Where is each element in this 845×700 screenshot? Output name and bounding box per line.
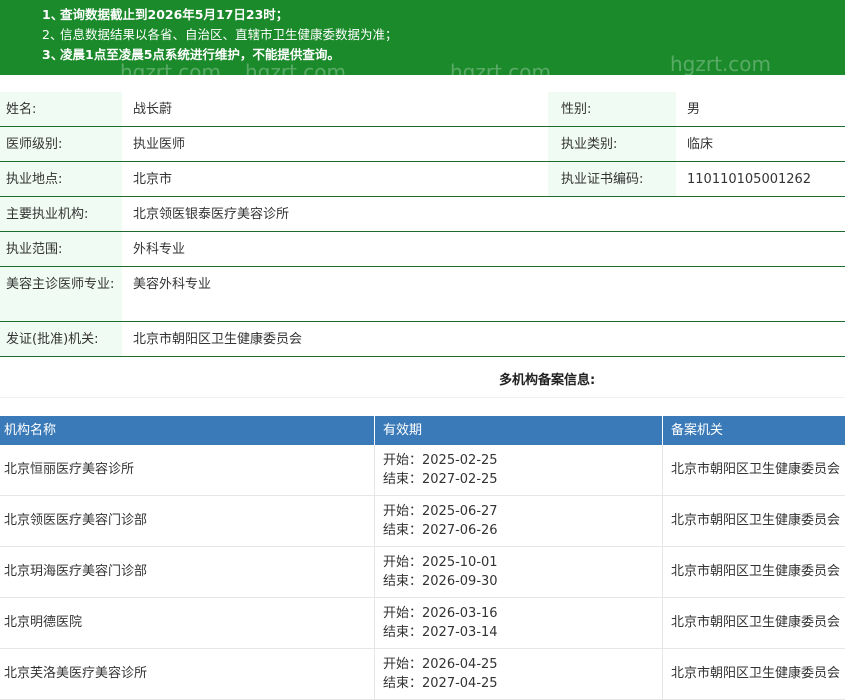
name-value: 战长蔚 xyxy=(133,102,173,117)
authority-value: 北京市朝阳区卫生健康委员会 xyxy=(133,332,303,347)
table-header: 机构名称 有效期 备案机关 xyxy=(0,416,845,445)
gender-value: 男 xyxy=(687,102,701,117)
notice-banner: 1、查询数据截止到2026年5月17日23时； 2、信息数据结果以各省、自治区、… xyxy=(0,0,845,75)
header-institution-name: 机构名称 xyxy=(0,416,375,445)
cert-label: 执业证书编码: xyxy=(548,162,676,196)
table-row: 北京恒丽医疗美容诊所 开始：2025-02-25 结束：2027-02-25 北… xyxy=(0,445,845,496)
cert-value: 110110105001262 xyxy=(687,172,812,187)
validity-start: 开始：2025-10-01 xyxy=(383,555,498,570)
validity-start: 开始：2026-03-16 xyxy=(383,606,498,621)
name-label: 姓名: xyxy=(0,92,122,126)
validity-end: 结束：2027-06-26 xyxy=(383,523,498,538)
record-authority: 北京市朝阳区卫生健康委员会 xyxy=(671,615,841,630)
validity-end: 结束：2027-02-25 xyxy=(383,472,498,487)
table-row: 北京玥海医疗美容门诊部 开始：2025-10-01 结束：2026-09-30 … xyxy=(0,547,845,598)
institution-value: 北京领医银泰医疗美容诊所 xyxy=(133,207,290,222)
location-label: 执业地点: xyxy=(0,162,122,196)
validity-start: 开始：2025-06-27 xyxy=(383,504,498,519)
info-row-scope: 执业范围: 外科专业 xyxy=(0,232,845,267)
category-value: 临床 xyxy=(687,137,714,152)
validity: 开始：2026-04-25 结束：2027-04-25 xyxy=(375,649,663,699)
table-row: 北京明德医院 开始：2026-03-16 结束：2027-03-14 北京市朝阳… xyxy=(0,598,845,649)
institution-name: 北京恒丽医疗美容诊所 xyxy=(0,445,375,495)
notice-line-2: 2、信息数据结果以各省、自治区、直辖市卫生健康委数据为准； xyxy=(42,27,398,42)
validity-end: 结束：2027-04-25 xyxy=(383,676,498,691)
institution-name: 北京玥海医疗美容门诊部 xyxy=(0,547,375,597)
info-row-location: 执业地点: 北京市 执业证书编码: 110110105001262 xyxy=(0,162,845,197)
record-authority: 北京市朝阳区卫生健康委员会 xyxy=(671,666,841,681)
validity: 开始：2025-06-27 结束：2027-06-26 xyxy=(375,496,663,546)
validity: 开始：2025-10-01 结束：2026-09-30 xyxy=(375,547,663,597)
table-row: 北京领医医疗美容门诊部 开始：2025-06-27 结束：2027-06-26 … xyxy=(0,496,845,547)
multi-institution-title-row: 多机构备案信息: xyxy=(0,359,845,398)
level-label: 医师级别: xyxy=(0,127,122,161)
info-row-cosmetic: 美容主诊医师专业: 美容外科专业 xyxy=(0,267,845,322)
multi-institution-title: 多机构备案信息: xyxy=(499,373,596,388)
info-row-authority: 发证(批准)机关: 北京市朝阳区卫生健康委员会 xyxy=(0,322,845,357)
info-row-institution: 主要执业机构: 北京领医银泰医疗美容诊所 xyxy=(0,197,845,232)
notice-line-1: 1、查询数据截止到2026年5月17日23时； xyxy=(42,7,289,22)
cosmetic-label: 美容主诊医师专业: xyxy=(0,267,122,321)
authority-label: 发证(批准)机关: xyxy=(0,322,122,356)
record-authority: 北京市朝阳区卫生健康委员会 xyxy=(671,513,841,528)
header-authority: 备案机关 xyxy=(671,423,724,438)
cosmetic-value: 美容外科专业 xyxy=(133,277,212,292)
multi-institution-table: 机构名称 有效期 备案机关 北京恒丽医疗美容诊所 开始：2025-02-25 结… xyxy=(0,416,845,700)
location-value: 北京市 xyxy=(133,172,173,187)
validity-end: 结束：2026-09-30 xyxy=(383,574,498,589)
info-row-level: 医师级别: 执业医师 执业类别: 临床 xyxy=(0,127,845,162)
validity: 开始：2026-03-16 结束：2027-03-14 xyxy=(375,598,663,648)
category-label: 执业类别: xyxy=(548,127,676,161)
info-row-name: 姓名: 战长蔚 性别: 男 xyxy=(0,92,845,127)
institution-name: 北京明德医院 xyxy=(0,598,375,648)
validity-start: 开始：2026-04-25 xyxy=(383,657,498,672)
table-row: 北京芙洛美医疗美容诊所 开始：2026-04-25 结束：2027-04-25 … xyxy=(0,649,845,700)
level-value: 执业医师 xyxy=(133,137,186,152)
scope-value: 外科专业 xyxy=(133,242,186,257)
notice-line-3: 3、凌晨1点至凌晨5点系统进行维护，不能提供查询。 xyxy=(42,47,340,62)
doctor-info-table: 姓名: 战长蔚 性别: 男 医师级别: 执业医师 执业类别: 临床 执业地点: … xyxy=(0,92,845,357)
record-authority: 北京市朝阳区卫生健康委员会 xyxy=(671,564,841,579)
validity-end: 结束：2027-03-14 xyxy=(383,625,498,640)
institution-label: 主要执业机构: xyxy=(0,197,122,231)
header-validity: 有效期 xyxy=(375,416,663,445)
institution-name: 北京芙洛美医疗美容诊所 xyxy=(0,649,375,699)
institution-name: 北京领医医疗美容门诊部 xyxy=(0,496,375,546)
gender-label: 性别: xyxy=(548,92,676,126)
validity-start: 开始：2025-02-25 xyxy=(383,453,498,468)
record-authority: 北京市朝阳区卫生健康委员会 xyxy=(671,462,841,477)
scope-label: 执业范围: xyxy=(0,232,122,266)
validity: 开始：2025-02-25 结束：2027-02-25 xyxy=(375,445,663,495)
